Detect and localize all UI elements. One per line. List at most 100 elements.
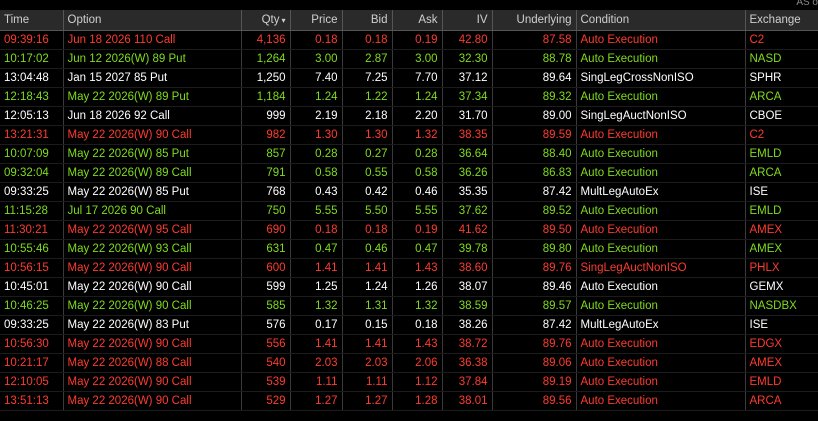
underlying-cell: 89.56 xyxy=(492,391,577,411)
bid-cell: 1.41 xyxy=(342,334,393,354)
time-cell: 13:21:31 xyxy=(0,125,64,145)
trade-rows: 09:39:16 Jun 18 2026 110 Call 4,136 0.18 0.1… xyxy=(0,30,818,411)
trade-row[interactable]: 13:04:48 Jan 15 2027 85 Put 1,250 7.40 7.25 7… xyxy=(0,68,818,88)
trade-row[interactable]: 11:15:28 Jul 17 2026 90 Call 750 5.55 5.50 5.… xyxy=(0,201,818,221)
price-cell: 7.40 xyxy=(290,68,343,88)
time-cell: 12:05:13 xyxy=(0,106,64,126)
qty-cell: 1,250 xyxy=(241,68,291,88)
time-cell: 12:18:43 xyxy=(0,87,64,107)
trade-row[interactable]: 13:21:31 May 22 2026(W) 90 Call 982 1.30 1.3… xyxy=(0,125,818,145)
underlying-cell: 89.46 xyxy=(492,277,577,297)
trade-row[interactable]: 10:46:25 May 22 2026(W) 90 Call 585 1.32 1.3… xyxy=(0,296,818,316)
iv-cell: 37.62 xyxy=(442,201,493,221)
trade-row[interactable]: 10:56:30 May 22 2026(W) 90 Call 556 1.41 1.4… xyxy=(0,334,818,354)
option-cell: May 22 2026(W) 85 Put xyxy=(63,182,242,202)
exchange-cell: AMEX xyxy=(745,239,818,259)
option-cell: Jun 18 2026 92 Call xyxy=(63,106,242,126)
trade-row[interactable]: 09:39:16 Jun 18 2026 110 Call 4,136 0.18 0.1… xyxy=(0,30,818,50)
price-cell: 1.11 xyxy=(290,372,343,392)
time-cell: 10:46:25 xyxy=(0,296,64,316)
col-header-exchange[interactable]: Exchange xyxy=(745,10,818,31)
col-header-iv[interactable]: IV xyxy=(442,10,493,31)
trade-row[interactable]: 10:21:17 May 22 2026(W) 88 Call 540 2.03 2.0… xyxy=(0,353,818,373)
price-cell: 2.19 xyxy=(290,106,343,126)
header-row: Time Option Qty ▾ Price Bid Ask IV Underl… xyxy=(0,10,818,31)
col-header-bid[interactable]: Bid xyxy=(342,10,393,31)
trade-row[interactable]: 09:33:25 May 22 2026(W) 83 Put 576 0.17 0.15… xyxy=(0,315,818,335)
exchange-cell: ARCA xyxy=(745,163,818,183)
ask-cell: 0.47 xyxy=(392,239,443,259)
trade-row[interactable]: 09:32:04 May 22 2026(W) 89 Call 791 0.58 0.5… xyxy=(0,163,818,183)
price-cell: 0.47 xyxy=(290,239,343,259)
option-cell: May 22 2026(W) 93 Call xyxy=(63,239,242,259)
option-cell: May 22 2026(W) 85 Put xyxy=(63,144,242,164)
col-header-option[interactable]: Option xyxy=(63,10,242,31)
col-header-qty[interactable]: Qty ▾ xyxy=(241,10,291,31)
time-cell: 09:33:25 xyxy=(0,315,64,335)
qty-cell: 576 xyxy=(241,315,291,335)
price-cell: 1.24 xyxy=(290,87,343,107)
trade-row[interactable]: 10:07:09 May 22 2026(W) 85 Put 857 0.28 0.27… xyxy=(0,144,818,164)
bid-cell: 1.22 xyxy=(342,87,393,107)
exchange-cell: ISE xyxy=(745,182,818,202)
exchange-cell: C2 xyxy=(745,30,818,50)
trade-row[interactable]: 09:33:25 May 22 2026(W) 85 Put 768 0.43 0.42… xyxy=(0,182,818,202)
option-cell: May 22 2026(W) 90 Call xyxy=(63,277,242,297)
ask-cell: 1.32 xyxy=(392,125,443,145)
price-cell: 1.32 xyxy=(290,296,343,316)
col-header-condition[interactable]: Condition xyxy=(576,10,746,31)
trade-row[interactable]: 13:51:13 May 22 2026(W) 90 Call 529 1.27 1.2… xyxy=(0,391,818,411)
exchange-cell: SPHR xyxy=(745,68,818,88)
col-header-underlying[interactable]: Underlying xyxy=(492,10,577,31)
price-cell: 0.28 xyxy=(290,144,343,164)
col-header-time[interactable]: Time xyxy=(0,10,64,31)
col-header-price[interactable]: Price xyxy=(290,10,343,31)
time-cell: 12:10:05 xyxy=(0,372,64,392)
ask-cell: 0.28 xyxy=(392,144,443,164)
price-cell: 3.00 xyxy=(290,49,343,69)
trade-row[interactable]: 12:18:43 May 22 2026(W) 89 Put 1,184 1.24 1.… xyxy=(0,87,818,107)
trade-row[interactable]: 10:55:46 May 22 2026(W) 93 Call 631 0.47 0.4… xyxy=(0,239,818,259)
option-cell: May 22 2026(W) 89 Put xyxy=(63,87,242,107)
trade-row[interactable]: 10:17:02 Jun 12 2026(W) 89 Put 1,264 3.00 2.… xyxy=(0,49,818,69)
time-cell: 10:07:09 xyxy=(0,144,64,164)
exchange-cell: EDGX xyxy=(745,334,818,354)
qty-cell: 1,184 xyxy=(241,87,291,107)
option-cell: Jul 17 2026 90 Call xyxy=(63,201,242,221)
time-cell: 10:56:15 xyxy=(0,258,64,278)
option-cell: Jun 18 2026 110 Call xyxy=(63,30,242,50)
underlying-cell: 89.19 xyxy=(492,372,577,392)
trade-row[interactable]: 10:45:01 May 22 2026(W) 90 Call 599 1.25 1.2… xyxy=(0,277,818,297)
ask-cell: 7.70 xyxy=(392,68,443,88)
condition-cell: MultLegAutoEx xyxy=(576,315,746,335)
condition-cell: MultLegAutoEx xyxy=(576,182,746,202)
iv-cell: 36.38 xyxy=(442,353,493,373)
bid-cell: 0.46 xyxy=(342,239,393,259)
iv-cell: 37.84 xyxy=(442,372,493,392)
underlying-cell: 89.76 xyxy=(492,334,577,354)
trade-row[interactable]: 12:10:05 May 22 2026(W) 90 Call 539 1.11 1.1… xyxy=(0,372,818,392)
trade-row[interactable]: 11:30:21 May 22 2026(W) 95 Call 690 0.18 0.1… xyxy=(0,220,818,240)
col-header-qty-label: Qty xyxy=(261,14,280,26)
condition-cell: Auto Execution xyxy=(576,277,746,297)
trade-row[interactable]: 12:05:13 Jun 18 2026 92 Call 999 2.19 2.18 2.… xyxy=(0,106,818,126)
iv-cell: 36.64 xyxy=(442,144,493,164)
price-cell: 1.41 xyxy=(290,334,343,354)
underlying-cell: 88.40 xyxy=(492,144,577,164)
bid-cell: 0.55 xyxy=(342,163,393,183)
ask-cell: 1.43 xyxy=(392,258,443,278)
iv-cell: 39.78 xyxy=(442,239,493,259)
bid-cell: 0.42 xyxy=(342,182,393,202)
exchange-cell: ISE xyxy=(745,315,818,335)
qty-cell: 857 xyxy=(241,144,291,164)
exchange-cell: GEMX xyxy=(745,277,818,297)
col-header-ask[interactable]: Ask xyxy=(392,10,443,31)
trade-row[interactable]: 10:56:15 May 22 2026(W) 90 Call 600 1.41 1.4… xyxy=(0,258,818,278)
qty-cell: 4,136 xyxy=(241,30,291,50)
underlying-cell: 86.83 xyxy=(492,163,577,183)
ask-cell: 1.28 xyxy=(392,391,443,411)
qty-cell: 999 xyxy=(241,106,291,126)
condition-cell: SingLegAuctNonISO xyxy=(576,106,746,126)
iv-cell: 32.30 xyxy=(442,49,493,69)
bid-cell: 0.18 xyxy=(342,30,393,50)
